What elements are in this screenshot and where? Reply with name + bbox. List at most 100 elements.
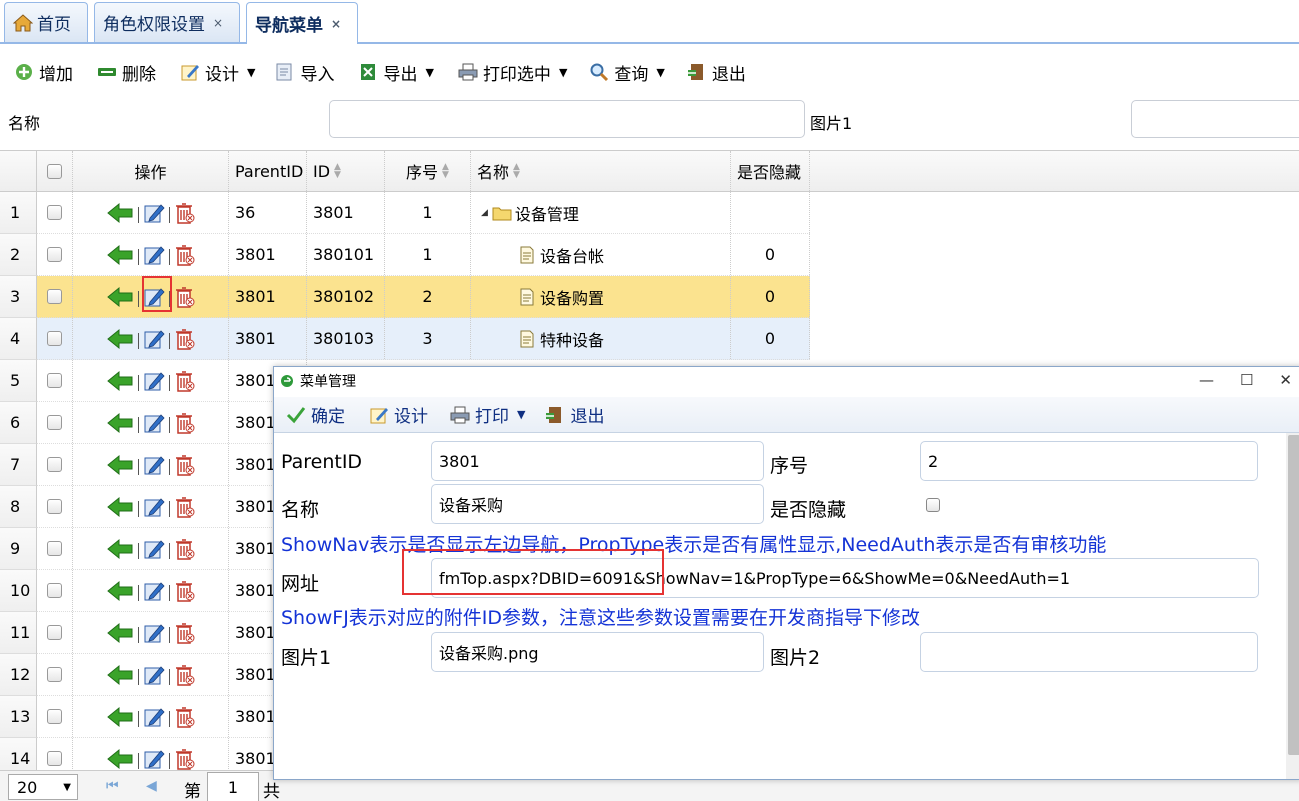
edit-icon[interactable] bbox=[143, 579, 165, 603]
arrow-left-icon[interactable] bbox=[106, 370, 134, 392]
edit-icon[interactable] bbox=[143, 495, 165, 519]
table-row[interactable]: 1 36 3801 1 ◢ 设备管理 bbox=[0, 192, 810, 234]
trash-icon[interactable] bbox=[174, 705, 196, 729]
trash-icon[interactable] bbox=[174, 243, 196, 267]
trash-icon[interactable] bbox=[174, 747, 196, 771]
name-header[interactable]: 名称 ▲ ▼ bbox=[471, 151, 731, 191]
design-button[interactable]: 设计 ▼ bbox=[180, 60, 255, 85]
row-checkbox[interactable] bbox=[37, 612, 73, 653]
edit-icon[interactable] bbox=[143, 453, 165, 477]
edit-icon[interactable] bbox=[143, 243, 165, 267]
edit-icon[interactable] bbox=[143, 201, 165, 225]
trash-icon[interactable] bbox=[174, 495, 196, 519]
dialog-design-button[interactable]: 设计 bbox=[369, 402, 428, 427]
arrow-left-icon[interactable] bbox=[106, 244, 134, 266]
name-field[interactable]: 设备采购 bbox=[431, 484, 764, 524]
trash-icon[interactable] bbox=[174, 285, 196, 309]
arrow-left-icon[interactable] bbox=[106, 412, 134, 434]
image2-field[interactable] bbox=[920, 632, 1258, 672]
trash-icon[interactable] bbox=[174, 663, 196, 687]
parentid-field[interactable]: 3801 bbox=[431, 441, 764, 481]
arrow-left-icon[interactable] bbox=[106, 328, 134, 350]
arrow-left-icon[interactable] bbox=[106, 286, 134, 308]
arrow-left-icon[interactable] bbox=[106, 454, 134, 476]
name-filter-label: 名称 bbox=[8, 114, 41, 133]
table-row[interactable]: 3 3801 380102 2 设备购置 0 bbox=[0, 276, 810, 318]
arrow-left-icon[interactable] bbox=[106, 580, 134, 602]
close-icon[interactable]: × bbox=[213, 16, 223, 30]
add-button[interactable]: 增加 bbox=[14, 60, 73, 85]
prev-page-icon[interactable]: ◀ bbox=[146, 778, 157, 794]
tab-role-permissions[interactable]: 角色权限设置 × bbox=[94, 2, 240, 42]
trash-icon[interactable] bbox=[174, 537, 196, 561]
trash-icon[interactable] bbox=[174, 201, 196, 225]
edit-icon[interactable] bbox=[143, 537, 165, 561]
delete-button[interactable]: 删除 bbox=[97, 60, 156, 85]
query-button[interactable]: 查询 ▼ bbox=[589, 60, 665, 85]
arrow-left-icon[interactable] bbox=[106, 664, 134, 686]
dialog-scrollbar[interactable] bbox=[1286, 433, 1299, 779]
trash-icon[interactable] bbox=[174, 579, 196, 603]
select-all-checkbox[interactable] bbox=[37, 151, 73, 191]
row-checkbox[interactable] bbox=[37, 486, 73, 527]
row-checkbox[interactable] bbox=[37, 192, 73, 233]
minimize-icon[interactable]: — bbox=[1199, 371, 1214, 389]
print-selected-button[interactable]: 打印选中 ▼ bbox=[458, 60, 567, 85]
parentid-header[interactable]: ParentID bbox=[229, 151, 307, 191]
edit-icon[interactable] bbox=[143, 369, 165, 393]
exit-button[interactable]: 退出 bbox=[687, 60, 746, 85]
image-filter-input[interactable] bbox=[1131, 100, 1299, 138]
row-checkbox[interactable] bbox=[37, 276, 73, 317]
edit-icon[interactable] bbox=[143, 663, 165, 687]
trash-icon[interactable] bbox=[174, 411, 196, 435]
id-header[interactable]: ID ▲ ▼ bbox=[307, 151, 385, 191]
arrow-left-icon[interactable] bbox=[106, 706, 134, 728]
row-checkbox[interactable] bbox=[37, 318, 73, 359]
ok-button[interactable]: 确定 bbox=[286, 402, 345, 427]
tab-home[interactable]: 首页 bbox=[4, 2, 88, 42]
table-row[interactable]: 4 3801 380103 3 特种设备 0 bbox=[0, 318, 810, 360]
tab-nav-menu[interactable]: 导航菜单 × bbox=[246, 2, 358, 44]
arrow-left-icon[interactable] bbox=[106, 538, 134, 560]
row-checkbox[interactable] bbox=[37, 570, 73, 611]
page-size-select[interactable]: 20 ▼ bbox=[8, 774, 78, 800]
export-button[interactable]: 导出 ▼ bbox=[358, 60, 434, 85]
trash-icon[interactable] bbox=[174, 327, 196, 351]
row-checkbox[interactable] bbox=[37, 528, 73, 569]
maximize-icon[interactable]: ☐ bbox=[1240, 371, 1253, 389]
row-checkbox[interactable] bbox=[37, 234, 73, 275]
dialog-exit-button[interactable]: 退出 bbox=[545, 402, 604, 427]
arrow-left-icon[interactable] bbox=[106, 202, 134, 224]
dialog-print-button[interactable]: 打印 ▼ bbox=[450, 402, 525, 427]
edit-icon[interactable] bbox=[143, 747, 165, 771]
first-page-icon[interactable]: ⏮ bbox=[106, 778, 119, 794]
import-button[interactable]: 导入 bbox=[275, 60, 334, 85]
row-checkbox[interactable] bbox=[37, 360, 73, 401]
edit-icon[interactable] bbox=[143, 411, 165, 435]
trash-icon[interactable] bbox=[174, 621, 196, 645]
table-row[interactable]: 2 3801 380101 1 设备台帐 0 bbox=[0, 234, 810, 276]
arrow-left-icon[interactable] bbox=[106, 748, 134, 770]
trash-icon[interactable] bbox=[174, 453, 196, 477]
close-icon[interactable]: ✕ bbox=[1279, 371, 1292, 389]
hidden-checkbox[interactable] bbox=[926, 498, 940, 512]
row-checkbox[interactable] bbox=[37, 654, 73, 695]
tree-collapse-icon[interactable]: ◢ bbox=[481, 208, 488, 218]
seq-field[interactable]: 2 bbox=[920, 441, 1258, 481]
image1-field[interactable]: 设备采购.png bbox=[431, 632, 764, 672]
edit-icon[interactable] bbox=[143, 327, 165, 351]
scroll-thumb[interactable] bbox=[1288, 435, 1299, 755]
row-checkbox[interactable] bbox=[37, 696, 73, 737]
dialog-titlebar[interactable]: 菜单管理 — ☐ ✕ bbox=[274, 367, 1299, 395]
edit-icon[interactable] bbox=[143, 705, 165, 729]
page-number-input[interactable]: 1 bbox=[207, 772, 259, 801]
name-filter-input[interactable] bbox=[329, 100, 805, 138]
row-checkbox[interactable] bbox=[37, 402, 73, 443]
arrow-left-icon[interactable] bbox=[106, 622, 134, 644]
seq-header[interactable]: 序号 ▲ ▼ bbox=[385, 151, 471, 191]
trash-icon[interactable] bbox=[174, 369, 196, 393]
edit-icon[interactable] bbox=[143, 621, 165, 645]
row-checkbox[interactable] bbox=[37, 444, 73, 485]
close-icon[interactable]: × bbox=[331, 17, 341, 31]
arrow-left-icon[interactable] bbox=[106, 496, 134, 518]
